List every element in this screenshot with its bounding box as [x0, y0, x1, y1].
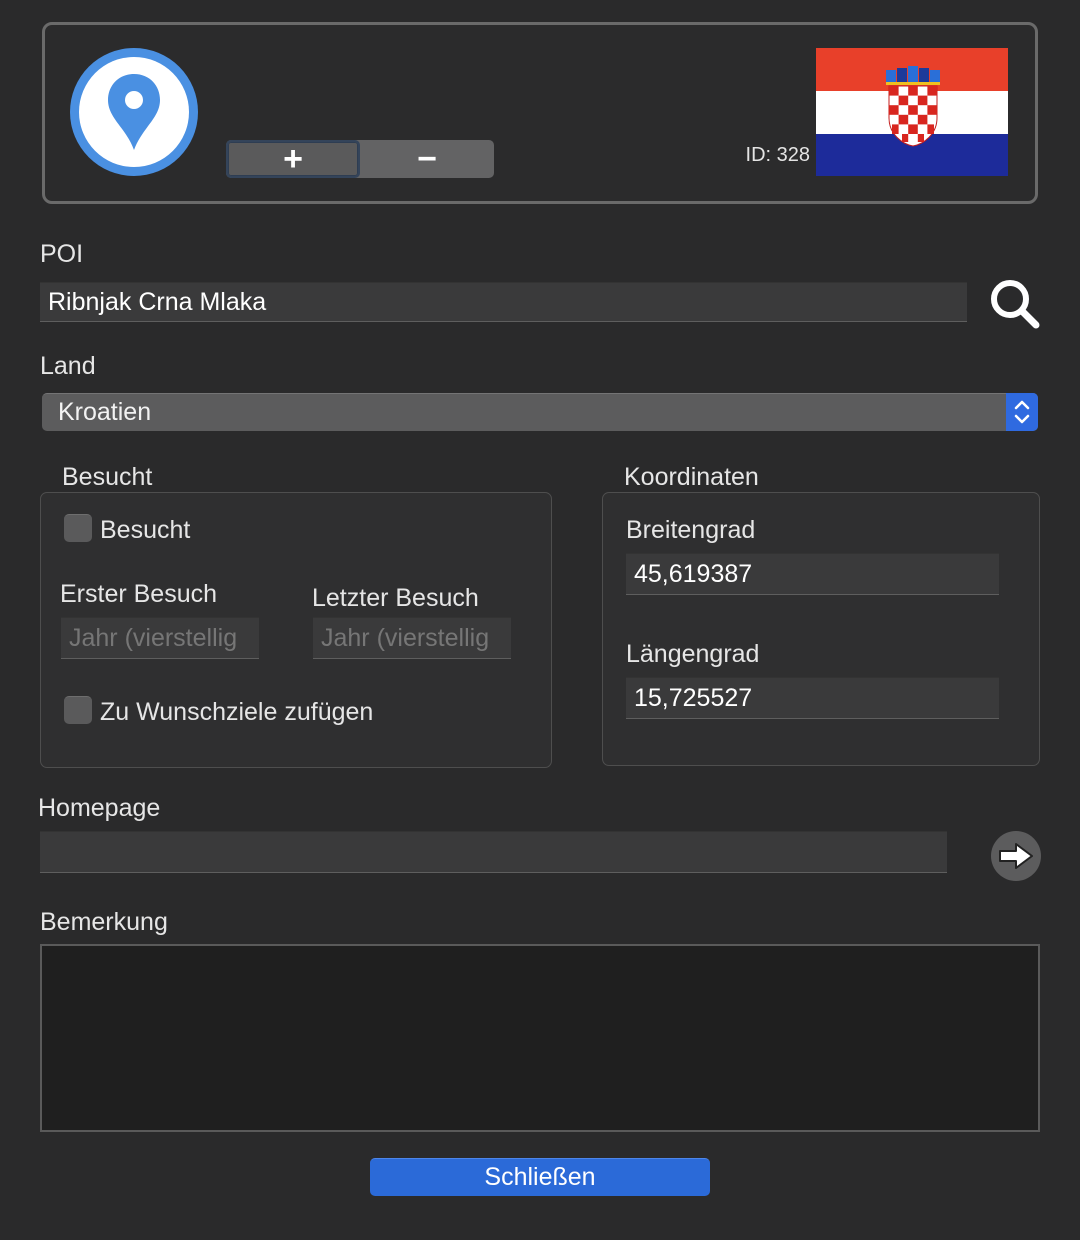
- coordinates-group-label: Koordinaten: [624, 463, 759, 491]
- add-remove-segmented-control: + −: [226, 140, 494, 178]
- longitude-label: Längengrad: [626, 640, 760, 668]
- country-label: Land: [40, 352, 96, 380]
- remove-button[interactable]: −: [360, 140, 494, 178]
- last-visit-label: Letzter Besuch: [312, 584, 479, 612]
- visited-checkbox[interactable]: [64, 514, 92, 542]
- latitude-field[interactable]: 45,619387: [626, 553, 999, 595]
- poi-pin-icon: [70, 48, 198, 176]
- search-icon[interactable]: [988, 278, 1042, 330]
- poi-name-field[interactable]: Ribnjak Crna Mlaka: [40, 282, 967, 322]
- last-visit-field[interactable]: Jahr (vierstellig: [313, 617, 511, 659]
- chevron-up-down-icon: [1006, 393, 1038, 431]
- croatia-flag-icon: [816, 48, 1008, 176]
- visited-checkbox-label: Besucht: [100, 516, 191, 544]
- arrow-right-icon: [999, 843, 1033, 869]
- open-homepage-button[interactable]: [991, 831, 1041, 881]
- first-visit-label: Erster Besuch: [60, 580, 218, 608]
- homepage-field[interactable]: [40, 831, 947, 873]
- country-popup[interactable]: Kroatien: [42, 393, 1038, 431]
- first-visit-field[interactable]: Jahr (vierstellig: [61, 617, 259, 659]
- visited-group-label: Besucht: [62, 463, 153, 491]
- add-button[interactable]: +: [226, 140, 360, 178]
- remark-textarea[interactable]: [40, 944, 1040, 1132]
- longitude-field[interactable]: 15,725527: [626, 677, 999, 719]
- homepage-label: Homepage: [38, 794, 161, 822]
- close-button[interactable]: Schließen: [370, 1158, 710, 1196]
- poi-label: POI: [40, 240, 84, 268]
- wishlist-checkbox[interactable]: [64, 696, 92, 724]
- latitude-label: Breitengrad: [626, 516, 756, 544]
- id-label: ID: 328: [745, 144, 810, 166]
- remark-label: Bemerkung: [40, 908, 168, 936]
- country-selected-value: Kroatien: [58, 398, 152, 426]
- wishlist-checkbox-label: Zu Wunschziele zufügen: [100, 698, 374, 726]
